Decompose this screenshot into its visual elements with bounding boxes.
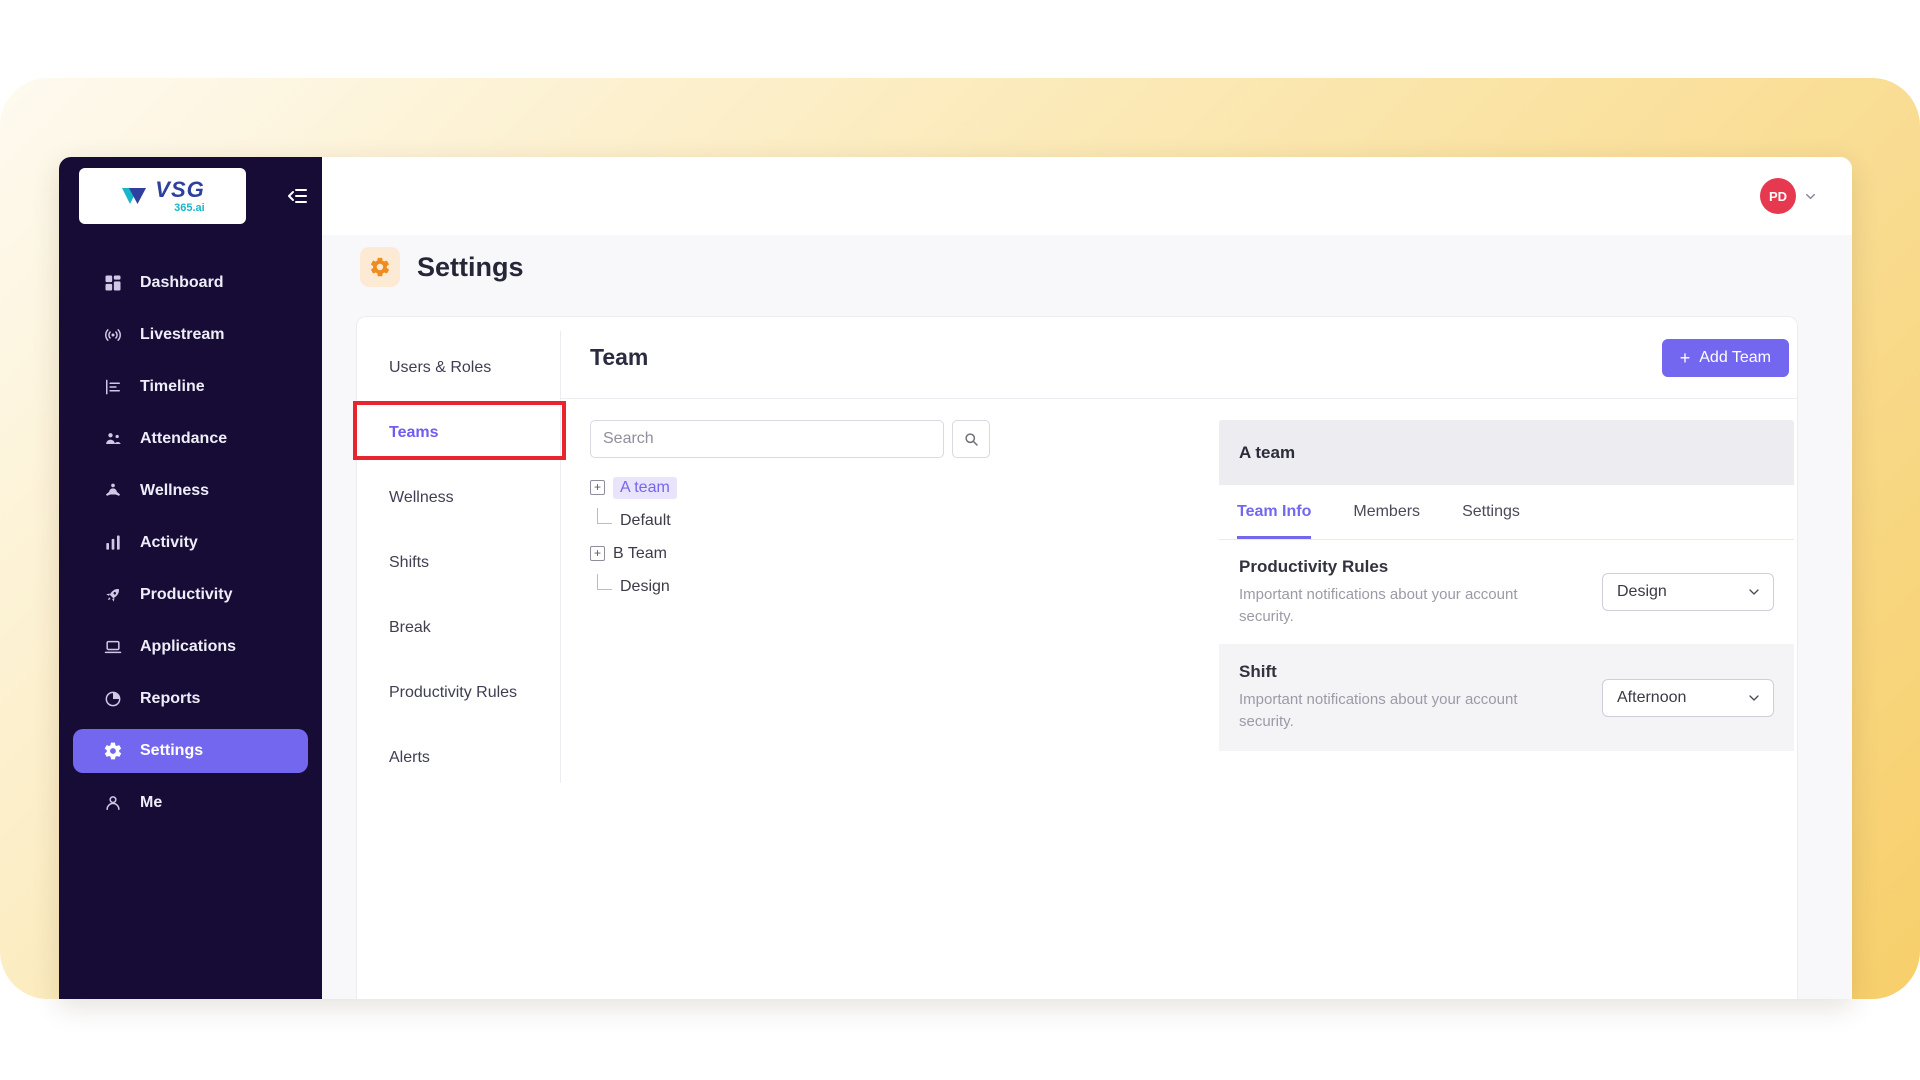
sidebar-item-label: Settings <box>140 742 204 759</box>
expand-plus-icon[interactable]: + <box>590 546 605 561</box>
select-value: Design <box>1617 583 1667 600</box>
sidebar-item-label: Productivity <box>140 586 233 603</box>
shift-row: Shift Important notifications about your… <box>1219 644 1794 751</box>
team-panel: Team + Add Team + <box>561 317 1797 999</box>
tree-connector <box>597 507 612 524</box>
sidebar-item-label: Livestream <box>140 326 225 343</box>
sidebar-collapse-icon[interactable] <box>286 184 310 208</box>
logo-text: VSG 365.ai <box>155 176 205 214</box>
tree-connector <box>597 573 612 590</box>
add-team-label: Add Team <box>1699 348 1771 366</box>
subnav-item-productivity-rules[interactable]: Productivity Rules <box>357 660 560 725</box>
wellness-icon <box>103 481 123 501</box>
livestream-icon <box>103 325 123 345</box>
sidebar-item-timeline[interactable]: Timeline <box>59 361 322 413</box>
topbar: PD <box>322 157 1852 235</box>
expand-plus-icon[interactable]: + <box>590 480 605 495</box>
sidebar-item-label: Activity <box>140 534 198 551</box>
team-detail-title: A team <box>1219 420 1794 485</box>
reports-pie-icon <box>103 689 123 709</box>
sidebar-item-label: Attendance <box>140 430 228 447</box>
sidebar-header: VSG 365.ai <box>59 157 322 235</box>
sidebar-item-label: Timeline <box>140 378 205 395</box>
app-window: VSG 365.ai Dashboard Livestream Timeline… <box>59 157 1852 999</box>
sidebar-item-label: Reports <box>140 690 201 707</box>
avatar[interactable]: PD <box>1760 178 1796 214</box>
subnav-item-break[interactable]: Break <box>357 595 560 660</box>
tab-team-info[interactable]: Team Info <box>1237 485 1312 539</box>
sidebar-item-activity[interactable]: Activity <box>59 517 322 569</box>
row-description: Important notifications about your accou… <box>1239 691 1518 730</box>
logo-triangle-icon <box>122 188 147 204</box>
row-title: Shift <box>1239 662 1277 682</box>
sidebar-menu: Dashboard Livestream Timeline Attendance <box>59 257 322 829</box>
settings-card: Users & Roles Teams Wellness Shifts Brea… <box>353 316 1798 999</box>
me-person-icon <box>103 793 123 813</box>
row-text: Shift Important notifications about your… <box>1239 662 1549 733</box>
sidebar-item-livestream[interactable]: Livestream <box>59 309 322 361</box>
tab-settings[interactable]: Settings <box>1462 485 1520 539</box>
tab-members[interactable]: Members <box>1353 485 1420 539</box>
chevron-down-icon <box>1746 584 1762 600</box>
row-text: Productivity Rules Important notificatio… <box>1239 557 1549 628</box>
sidebar-item-dashboard[interactable]: Dashboard <box>59 257 322 309</box>
sidebar-item-productivity[interactable]: Productivity <box>59 569 322 621</box>
row-description: Important notifications about your accou… <box>1239 585 1518 625</box>
settings-subnav: Users & Roles Teams Wellness Shifts Brea… <box>357 335 560 790</box>
productivity-rules-select[interactable]: Design <box>1602 573 1774 611</box>
dashboard-icon <box>103 273 123 293</box>
sidebar-item-label: Me <box>140 794 163 811</box>
team-detail-tabs: Team Info Members Settings <box>1219 485 1794 540</box>
applications-laptop-icon <box>103 637 123 657</box>
tree-item-label[interactable]: A team <box>613 476 677 499</box>
sidebar-item-applications[interactable]: Applications <box>59 621 322 673</box>
logo-sub-text: 365.ai <box>174 201 205 214</box>
sidebar-item-label: Applications <box>140 638 237 655</box>
subnav-item-users-roles[interactable]: Users & Roles <box>357 335 560 400</box>
shift-select[interactable]: Afternoon <box>1602 678 1774 717</box>
sidebar-item-attendance[interactable]: Attendance <box>59 413 322 465</box>
team-detail-panel: A team Team Info Members Settings Produc… <box>1219 420 1794 751</box>
team-search-input[interactable] <box>590 420 944 458</box>
productivity-rules-row: Productivity Rules Important notificatio… <box>1219 540 1794 644</box>
productivity-rocket-icon <box>103 585 123 605</box>
team-panel-header: Team + Add Team <box>561 317 1797 399</box>
sidebar-item-wellness[interactable]: Wellness <box>59 465 322 517</box>
search-icon <box>965 433 978 446</box>
tree-item-label[interactable]: Default <box>620 512 671 530</box>
sidebar-item-settings[interactable]: Settings <box>73 729 308 773</box>
logo-main-text: VSG <box>155 176 205 202</box>
activity-icon <box>103 533 123 553</box>
avatar-chevron-down-icon[interactable] <box>1803 189 1818 204</box>
sidebar-item-me[interactable]: Me <box>59 777 322 829</box>
settings-page-gear-icon <box>360 247 400 287</box>
app-logo: VSG 365.ai <box>79 168 246 224</box>
chevron-down-icon <box>1746 690 1762 706</box>
team-heading: Team <box>590 344 649 370</box>
select-value: Afternoon <box>1617 688 1687 706</box>
tree-item-label[interactable]: B Team <box>613 545 667 563</box>
timeline-icon <box>103 377 123 397</box>
settings-gear-icon <box>103 741 123 761</box>
subnav-item-alerts[interactable]: Alerts <box>357 725 560 790</box>
search-button[interactable] <box>952 420 990 458</box>
subnav-item-teams[interactable]: Teams <box>357 400 560 465</box>
tree-item-label[interactable]: Design <box>620 578 670 596</box>
page-title: Settings <box>417 251 524 282</box>
sidebar-item-label: Wellness <box>140 482 210 499</box>
row-title: Productivity Rules <box>1239 556 1389 576</box>
sidebar-item-reports[interactable]: Reports <box>59 673 322 725</box>
plus-icon: + <box>1679 347 1691 368</box>
page-header: Settings <box>360 247 524 287</box>
subnav-item-wellness[interactable]: Wellness <box>357 465 560 530</box>
attendance-icon <box>103 429 123 449</box>
sidebar-item-label: Dashboard <box>140 274 224 291</box>
sidebar: VSG 365.ai Dashboard Livestream Timeline… <box>59 157 322 999</box>
subnav-item-shifts[interactable]: Shifts <box>357 530 560 595</box>
main-area: PD Settings Users & Roles Teams Wellness… <box>322 157 1852 999</box>
add-team-button[interactable]: + Add Team <box>1661 338 1789 377</box>
